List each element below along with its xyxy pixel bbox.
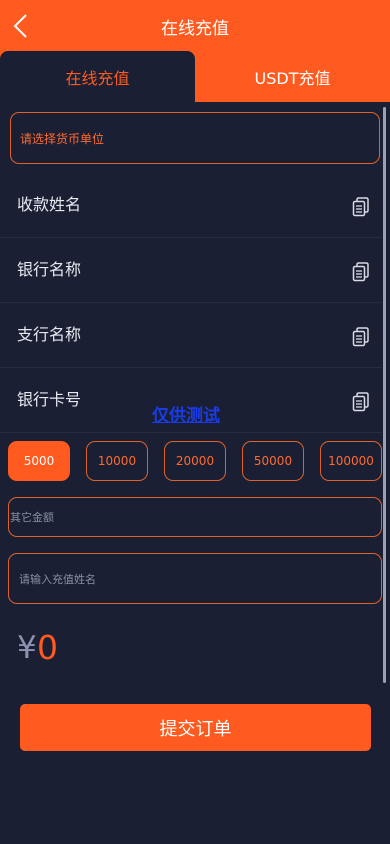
scrollbar[interactable] <box>383 107 386 683</box>
tab-online-recharge[interactable]: 在线充值 <box>0 51 195 102</box>
copy-icon[interactable] <box>352 327 370 347</box>
header: 在线充值 在线充值 USDT充值 <box>0 0 390 102</box>
amount-option-10000[interactable]: 10000 <box>86 441 148 481</box>
card-number-label: 银行卡号 <box>17 390 82 409</box>
payee-name-label: 收款姓名 <box>17 195 82 214</box>
copy-icon[interactable] <box>352 197 370 217</box>
amount-option-50000[interactable]: 50000 <box>242 441 304 481</box>
currency-select[interactable]: 请选择货币单位 <box>10 112 380 164</box>
currency-symbol: ¥ <box>17 630 37 666</box>
branch-name-label: 支行名称 <box>17 325 82 344</box>
watermark-link[interactable]: 仅供测试 <box>152 401 220 426</box>
submit-order-button[interactable]: 提交订单 <box>20 704 371 751</box>
other-amount-input[interactable]: 其它金额 <box>8 497 382 537</box>
total-amount: 0 <box>37 628 58 667</box>
info-row-bank-name: 银行名称 <box>0 238 382 303</box>
info-row-payee-name: 收款姓名 <box>0 173 382 238</box>
info-row-branch-name: 支行名称 <box>0 303 382 368</box>
copy-icon[interactable] <box>352 392 370 412</box>
amount-option-5000[interactable]: 5000 <box>8 441 70 481</box>
amount-option-100000[interactable]: 100000 <box>320 441 382 481</box>
amount-option-20000[interactable]: 20000 <box>164 441 226 481</box>
page-title: 在线充值 <box>161 19 229 39</box>
recharge-name-input[interactable]: 请输入充值姓名 <box>8 553 382 604</box>
tab-usdt-recharge[interactable]: USDT充值 <box>195 51 390 102</box>
bank-name-label: 银行名称 <box>17 260 82 279</box>
copy-icon[interactable] <box>352 262 370 282</box>
